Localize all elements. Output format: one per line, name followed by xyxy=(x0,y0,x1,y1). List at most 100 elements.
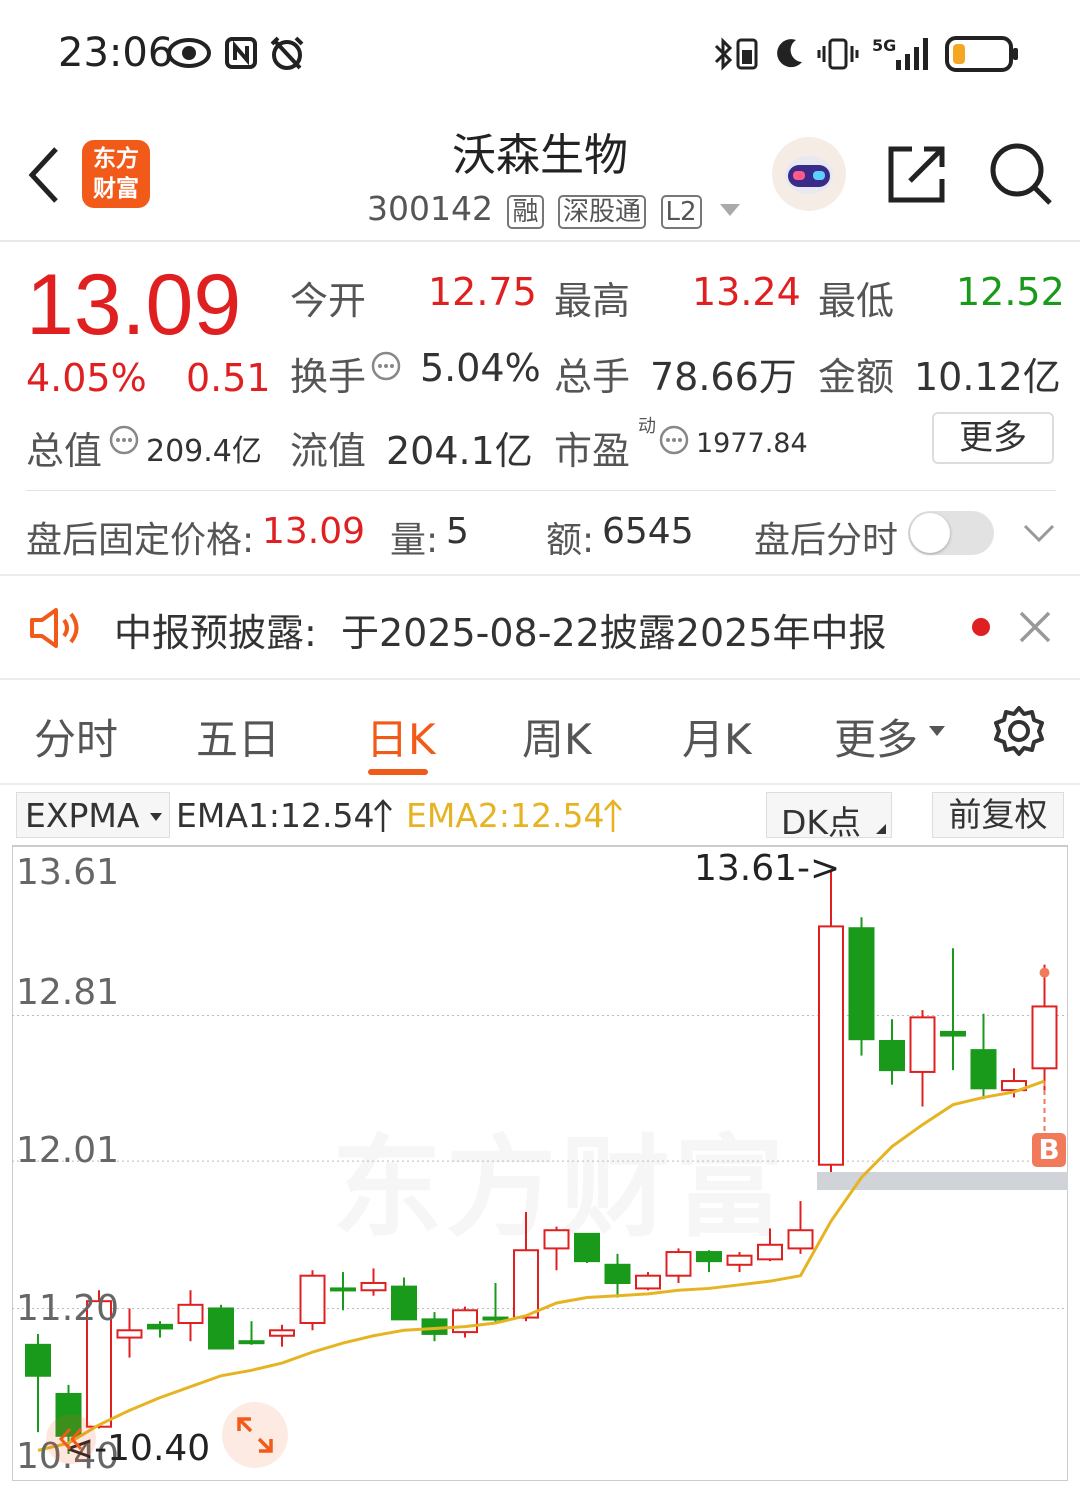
after-hours-row: 盘后固定价格: 13.09 量: 5 额: 6545 盘后分时 xyxy=(0,505,1080,571)
candle-body xyxy=(147,1323,173,1330)
change-value: 0.51 xyxy=(186,356,271,400)
candle-body xyxy=(299,1274,326,1325)
candle-body xyxy=(574,1232,600,1263)
tab-monthly-k[interactable]: 月K xyxy=(682,706,752,767)
tab-daily-k[interactable]: 日K xyxy=(366,706,436,767)
eye-icon xyxy=(167,38,211,68)
bluetooth-battery-icon xyxy=(714,37,758,71)
candle-body xyxy=(25,1343,51,1377)
dk-point-button[interactable]: DK点 xyxy=(766,792,892,842)
buy-dot xyxy=(1039,967,1050,978)
high-label: 最高 xyxy=(554,279,631,323)
up-arrow-icon xyxy=(374,799,392,832)
signal-5g-icon: 5G xyxy=(872,36,928,70)
candle-body xyxy=(238,1340,265,1345)
candle-body xyxy=(543,1229,570,1250)
kline-chart[interactable]: 东方财富 13.61 12.81 12.01 11.20 10.40 13.61… xyxy=(12,845,1068,1481)
candle-body xyxy=(1031,1005,1058,1070)
open-value: 12.75 xyxy=(428,270,537,314)
candle-body xyxy=(635,1274,661,1290)
robot-assistant-icon[interactable] xyxy=(770,135,848,213)
status-time: 23:06 xyxy=(58,30,174,76)
candle-body xyxy=(879,1040,905,1072)
scroll-left-button[interactable] xyxy=(46,1414,96,1464)
quote-panel: 13.09 4.05% 0.51 今开 12.75 最高 13.24 最低 12… xyxy=(0,242,1080,492)
stock-code: 300142 xyxy=(367,189,493,228)
candle-body xyxy=(726,1254,753,1266)
candle-body xyxy=(177,1303,204,1325)
after-amt: 6545 xyxy=(602,511,694,552)
share-icon[interactable] xyxy=(886,143,948,205)
after-vol: 5 xyxy=(446,511,469,552)
y-tick-label: 12.81 xyxy=(16,972,120,1013)
candle-body xyxy=(330,1287,356,1292)
info-dots-icon[interactable] xyxy=(370,350,402,382)
after-timeshare-label: 盘后分时 xyxy=(754,520,899,561)
mktcap-label: 总值 xyxy=(26,429,103,473)
corner-triangle-icon xyxy=(876,824,886,834)
notice-text: 中报预披露: 于2025-08-22披露2025年中报 xyxy=(114,611,887,655)
indicator-selector[interactable]: EXPMA xyxy=(16,792,170,838)
svg-text:5G: 5G xyxy=(872,36,896,55)
ema-line xyxy=(37,1079,1046,1452)
tab-more[interactable]: 更多 xyxy=(834,706,918,767)
tab-intraday[interactable]: 分时 xyxy=(34,706,118,767)
tag-level2: L2 xyxy=(660,195,702,229)
kline-svg xyxy=(12,846,1068,1481)
tag-margin: 融 xyxy=(507,195,544,229)
tab-five-day[interactable]: 五日 xyxy=(196,706,280,767)
dropdown-triangle-icon xyxy=(929,726,945,736)
indicator-selector-label: EXPMA xyxy=(25,796,140,835)
period-tabs: 分时 五日 日K 周K 月K 更多 xyxy=(0,680,1080,784)
candle-body xyxy=(940,1030,966,1037)
candle-body xyxy=(909,1016,936,1073)
after-timeshare-toggle[interactable] xyxy=(908,511,994,555)
candle-body xyxy=(818,925,844,1166)
double-chevron-left-icon xyxy=(58,1427,83,1451)
y-tick-label: 13.61 xyxy=(16,852,120,893)
volume-label: 总手 xyxy=(554,355,631,399)
turnover-value: 5.04% xyxy=(420,346,541,390)
low-value: 12.52 xyxy=(956,270,1065,314)
amount-value: 10.12亿 xyxy=(914,355,1061,399)
y-tick-label: 11.20 xyxy=(16,1288,120,1329)
mktcap-value: 209.4亿 xyxy=(146,434,262,469)
float-label: 流值 xyxy=(290,429,367,473)
notice-banner[interactable]: 中报预披露: 于2025-08-22披露2025年中报 xyxy=(0,576,1080,678)
nfc-icon xyxy=(225,37,257,69)
candle-body xyxy=(848,927,875,1041)
gear-icon[interactable] xyxy=(992,704,1046,758)
ema1-label: EMA1:12.54 xyxy=(176,796,375,835)
candle-body xyxy=(970,1049,997,1090)
candle-body xyxy=(269,1329,295,1337)
info-dots-icon[interactable] xyxy=(658,424,690,456)
candle-body xyxy=(604,1263,631,1284)
candle-body xyxy=(452,1309,478,1334)
buy-marker[interactable]: B xyxy=(1032,1133,1066,1167)
candle-body xyxy=(513,1249,539,1319)
after-price-label: 盘后固定价格: xyxy=(26,520,255,561)
chart-frame xyxy=(12,846,1068,1481)
toggle-knob xyxy=(910,513,950,553)
after-amt-label: 额: xyxy=(546,520,595,561)
chevron-down-icon[interactable] xyxy=(1022,521,1056,545)
turnover-label: 换手 xyxy=(290,355,367,399)
unread-dot xyxy=(972,618,990,636)
candle-body xyxy=(116,1329,143,1339)
tab-weekly-k[interactable]: 周K xyxy=(522,706,592,767)
close-icon[interactable] xyxy=(1018,610,1052,644)
candle-body xyxy=(360,1281,387,1292)
dropdown-triangle-icon[interactable] xyxy=(718,200,742,220)
fullscreen-button[interactable] xyxy=(222,1402,288,1468)
info-dots-icon[interactable] xyxy=(108,424,140,456)
candle-body xyxy=(482,1316,509,1321)
tag-connect: 深股通 xyxy=(558,195,647,229)
candle-body xyxy=(208,1307,234,1350)
dk-point-label: DK点 xyxy=(781,803,862,842)
adjust-button[interactable]: 前复权 xyxy=(932,792,1064,838)
divider xyxy=(0,783,1080,785)
last-price: 13.09 xyxy=(26,257,242,353)
candle-body xyxy=(391,1285,417,1321)
search-icon[interactable] xyxy=(988,141,1054,207)
more-button[interactable]: 更多 xyxy=(932,412,1054,464)
